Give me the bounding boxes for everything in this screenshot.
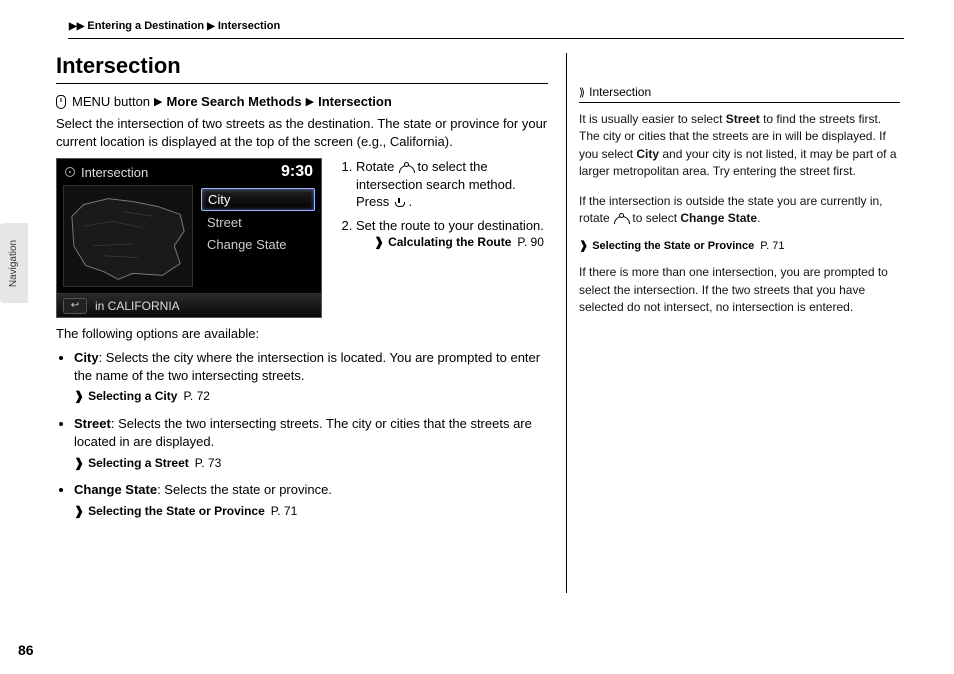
step-1-text-c: . — [408, 194, 412, 209]
page-title: Intersection — [56, 53, 548, 84]
xref-label: Selecting the State or Province — [592, 240, 754, 252]
option-change-state-label: Change State — [74, 482, 157, 497]
path-part1: MENU button — [72, 94, 150, 109]
sidebar-heading-text: Intersection — [589, 85, 651, 99]
xref-selecting-state: ❱ Selecting the State or Province P. 71 — [74, 503, 548, 520]
device-menu-item-street: Street — [201, 212, 315, 233]
xref-label: Selecting a Street — [88, 455, 189, 472]
xref-page: P. 71 — [760, 240, 784, 252]
xref-page: P. 71 — [271, 503, 297, 520]
option-change-state: Change State: Selects the state or provi… — [74, 481, 548, 519]
device-map — [63, 185, 193, 287]
path-part3: Intersection — [318, 94, 392, 109]
option-city-desc: : Selects the city where the intersectio… — [74, 350, 540, 383]
xref-icon: ❱ — [374, 234, 384, 250]
device-menu-item-change-state: Change State — [201, 234, 315, 255]
sidebar-p1a: It is usually easier to select — [579, 112, 726, 126]
sidebar-para-1: It is usually easier to select Street to… — [579, 111, 900, 181]
breadcrumb-level2: Intersection — [218, 20, 280, 32]
rotate-dial-icon — [398, 163, 414, 173]
device-menu: City Street Change State — [197, 183, 321, 289]
path-arrow-icon: ▶ — [154, 95, 162, 108]
path-part2: More Search Methods — [167, 94, 302, 109]
xref-page: P. 72 — [183, 388, 209, 405]
xref-icon: ❱ — [74, 388, 84, 405]
sidebar-p2c: Change State — [680, 211, 757, 225]
step-2-text: Set the route to your destination. — [356, 218, 544, 233]
page-number: 86 — [18, 642, 34, 658]
sidebar-p2b: to select — [629, 211, 680, 225]
device-state-line: in CALIFORNIA — [87, 299, 315, 313]
xref-selecting-street: ❱ Selecting a Street P. 73 — [74, 455, 548, 472]
xref-label: Calculating the Route — [388, 234, 511, 250]
xref-selecting-city: ❱ Selecting a City P. 72 — [74, 388, 548, 405]
press-dial-icon — [393, 198, 405, 208]
sidebar-para-2: If the intersection is outside the state… — [579, 193, 900, 228]
rotate-dial-icon — [613, 214, 629, 224]
xref-label: Selecting a City — [88, 388, 177, 405]
option-city: City: Selects the city where the interse… — [74, 349, 548, 405]
breadcrumb-level1: Entering a Destination — [87, 20, 204, 32]
option-street-desc: : Selects the two intersecting streets. … — [74, 416, 532, 449]
sidebar-para-3: If there is more than one intersection, … — [579, 264, 900, 316]
side-tab-label: Navigation — [9, 239, 20, 286]
xref-label: Selecting the State or Province — [88, 503, 265, 520]
steps-list: Rotate to select the intersection search… — [338, 158, 548, 256]
side-tab: Navigation — [0, 223, 28, 303]
sidebar-heading: ⟫ Intersection — [579, 85, 900, 103]
sidebar-body: It is usually easier to select Street to… — [579, 111, 900, 317]
xref-icon: ❱ — [74, 455, 84, 472]
step-1-text-a: Rotate — [356, 159, 398, 174]
intro-text: Select the intersection of two streets a… — [56, 115, 548, 150]
device-screenshot: Intersection 9:30 City — [56, 158, 322, 318]
xref-page: P. 90 — [517, 234, 543, 250]
gps-icon — [65, 167, 75, 177]
xref-icon: ❱ — [579, 239, 588, 252]
device-time: 9:30 — [281, 163, 313, 181]
option-change-state-desc: : Selects the state or province. — [157, 482, 332, 497]
step-2: Set the route to your destination. ❱ Cal… — [356, 217, 548, 251]
option-street-label: Street — [74, 416, 111, 431]
sidebar-p1b: Street — [726, 112, 760, 126]
option-street: Street: Selects the two intersecting str… — [74, 415, 548, 471]
device-title: Intersection — [81, 165, 148, 180]
device-menu-item-city: City — [201, 188, 315, 211]
breadcrumb-arrow-icon: ▶▶ — [69, 21, 84, 32]
option-city-label: City — [74, 350, 99, 365]
sidebar-p2d: . — [757, 211, 760, 225]
menu-path: MENU button ▶ More Search Methods ▶ Inte… — [56, 94, 548, 109]
options-list: City: Selects the city where the interse… — [58, 349, 548, 519]
xref-page: P. 73 — [195, 455, 221, 472]
options-intro: The following options are available: — [56, 326, 548, 341]
xref-calculating-route: ❱ Calculating the Route P. 90 — [374, 234, 548, 250]
device-back-icon: ↩ — [63, 298, 87, 314]
sidebar-p1d: City — [636, 147, 659, 161]
breadcrumb-arrow-icon: ▶ — [207, 21, 215, 32]
step-1: Rotate to select the intersection search… — [356, 158, 548, 211]
xref-icon: ❱ — [74, 503, 84, 520]
path-arrow-icon: ▶ — [306, 95, 314, 108]
xref-sidebar-state: ❱ Selecting the State or Province P. 71 — [579, 239, 900, 252]
sidebar-heading-icon: ⟫ — [579, 86, 585, 99]
mouse-icon — [56, 95, 66, 109]
breadcrumb: ▶▶ Entering a Destination ▶ Intersection — [68, 20, 904, 39]
